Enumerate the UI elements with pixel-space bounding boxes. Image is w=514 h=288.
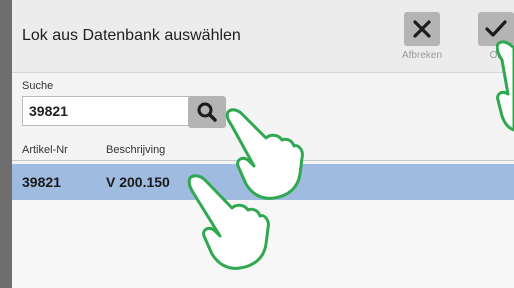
search-label: Suche: [22, 80, 54, 92]
cancel-button[interactable]: Afbreken: [400, 12, 444, 68]
cell-artikel-nr: 39821: [22, 174, 61, 190]
column-header-beschrijving[interactable]: Beschrijving: [106, 144, 165, 156]
dialog-header: Lok aus Datenbank auswählen Afbreken Ok: [12, 0, 514, 73]
pointer-hand-icon: [496, 40, 514, 132]
window-border: [0, 0, 12, 288]
column-header-artikel-nr[interactable]: Artikel-Nr: [22, 144, 68, 156]
search-icon: [197, 102, 217, 122]
cell-beschrijving: V 200.150: [106, 174, 170, 190]
pointer-hand-icon: [187, 174, 270, 270]
close-icon: [404, 12, 440, 46]
screen: Lok aus Datenbank auswählen Afbreken Ok: [0, 0, 514, 288]
cancel-button-label: Afbreken: [401, 50, 443, 61]
search-input[interactable]: [22, 96, 194, 126]
search-button[interactable]: [188, 96, 226, 128]
dialog-title: Lok aus Datenbank auswählen: [22, 27, 241, 44]
